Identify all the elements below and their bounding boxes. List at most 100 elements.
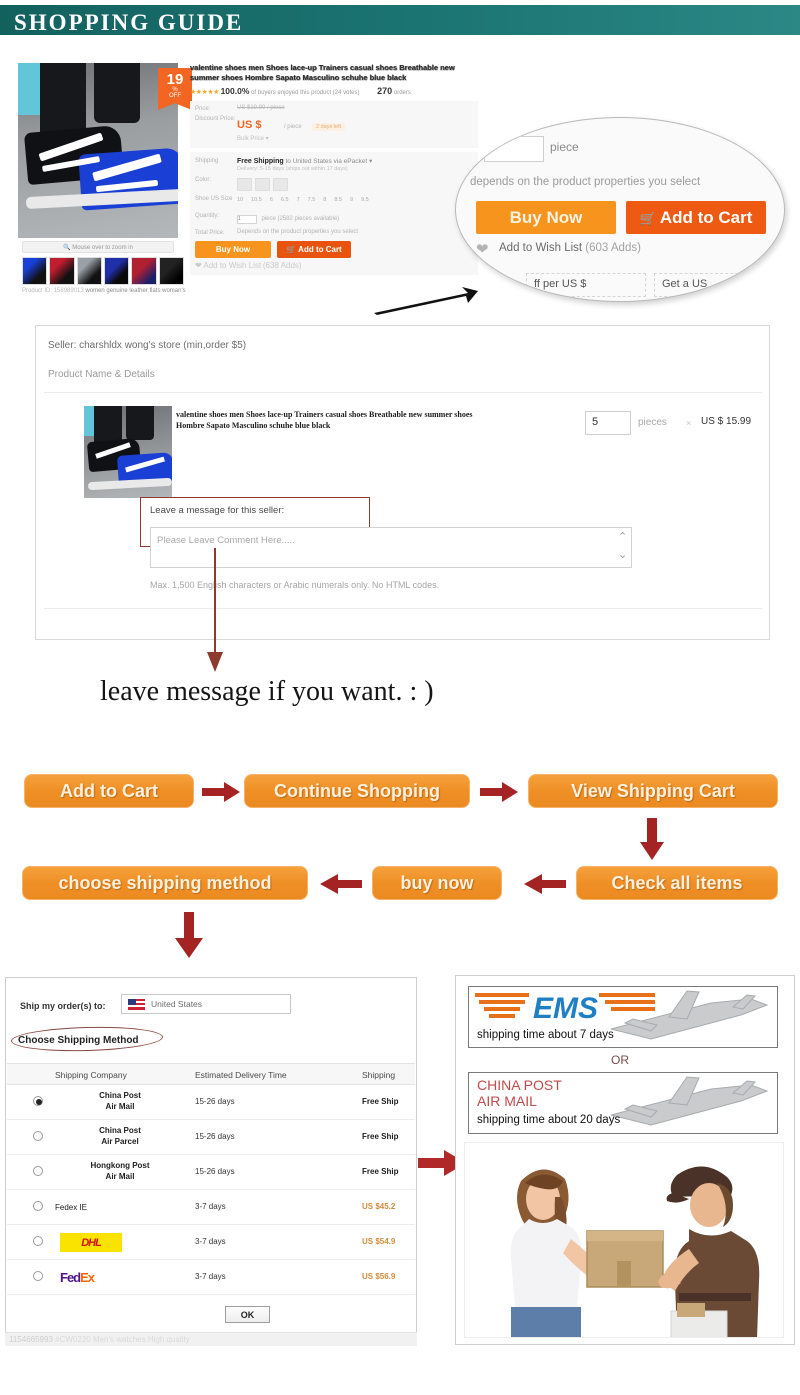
flow-step-continue-shopping[interactable]: Continue Shopping bbox=[244, 774, 470, 808]
shipping-radio[interactable] bbox=[33, 1166, 43, 1176]
shipping-cost: US $54.9 bbox=[362, 1237, 396, 1246]
heart-icon[interactable]: ❤ bbox=[476, 240, 489, 258]
shipping-radio[interactable] bbox=[33, 1271, 43, 1281]
size-option[interactable]: 8.5 bbox=[334, 197, 342, 203]
message-max-note: Max. 1,500 English characters or Arabic … bbox=[150, 580, 440, 590]
flow-step-add-to-cart[interactable]: Add to Cart bbox=[24, 774, 194, 808]
table-row[interactable]: China Post Air Mail 15-26 days Free Ship bbox=[7, 1085, 415, 1120]
size-options[interactable]: 10 10.5 6 6.5 7 7.5 8 8.5 9 9.5 bbox=[237, 197, 369, 203]
price-row-original: Price: US $19.99 / piece bbox=[195, 105, 473, 113]
color-label: Color: bbox=[195, 177, 212, 183]
thumbnail[interactable] bbox=[158, 257, 184, 285]
thumbnail[interactable] bbox=[49, 257, 75, 285]
size-option[interactable]: 6.5 bbox=[281, 197, 289, 203]
color-swatches[interactable] bbox=[237, 178, 288, 191]
size-option[interactable]: 9 bbox=[350, 197, 353, 203]
shipping-radio[interactable] bbox=[33, 1236, 43, 1246]
size-option[interactable]: 9.5 bbox=[361, 197, 369, 203]
color-swatch[interactable] bbox=[255, 178, 270, 191]
shipping-radio[interactable] bbox=[33, 1201, 43, 1211]
product-id-line: Product ID: 158989013 women genuine leat… bbox=[22, 288, 202, 294]
dhl-logo-icon: DHL bbox=[60, 1233, 122, 1252]
table-row[interactable]: Fed Ex 3-7 days US $56.9 bbox=[7, 1260, 415, 1295]
wishlist-label: Add to Wish List bbox=[203, 261, 262, 270]
product-info-column: valentine shoes men Shoes lace-up Traine… bbox=[190, 63, 478, 275]
thumbnail-strip[interactable] bbox=[22, 257, 184, 285]
pointer-arrow-to-caption bbox=[207, 548, 223, 672]
table-row[interactable]: DHL 3-7 days US $54.9 bbox=[7, 1225, 415, 1260]
color-swatch[interactable] bbox=[237, 178, 252, 191]
thumbnail[interactable] bbox=[103, 257, 130, 285]
size-option[interactable]: 10 bbox=[237, 197, 243, 203]
ok-button[interactable]: OK bbox=[225, 1306, 270, 1323]
shipping-method-panel: Ship my order(s) to: United States Choos… bbox=[5, 977, 417, 1345]
shipping-radio[interactable] bbox=[33, 1131, 43, 1141]
flow-step-check-all-items[interactable]: Check all items bbox=[576, 866, 778, 900]
table-row[interactable]: China Post Air Parcel 15-26 days Free Sh… bbox=[7, 1120, 415, 1155]
divider bbox=[44, 392, 762, 393]
price-row-bulk[interactable]: Bulk Price ▾ bbox=[195, 135, 473, 142]
thumbnail[interactable] bbox=[76, 257, 102, 285]
wishlist-count: (638 Adds) bbox=[262, 261, 302, 270]
add-to-cart-button[interactable]: 🛒 Add to Cart bbox=[277, 241, 351, 258]
flow-step-choose-shipping-method[interactable]: choose shipping method bbox=[22, 866, 308, 900]
total-price-row: Total Price: Depends on the product prop… bbox=[195, 229, 473, 237]
ems-shipping-box: EMS shipping time about 7 days bbox=[468, 986, 778, 1048]
rating-text: of buyers enjoyed this product (24 votes… bbox=[251, 90, 360, 96]
product-main-image[interactable] bbox=[18, 63, 178, 238]
quantity-availability-note: piece (2582 pieces available) bbox=[261, 216, 340, 222]
shipping-delivery-note: Delivery: 5-15 days (ships out within 17… bbox=[237, 166, 348, 172]
multiply-sign: × bbox=[686, 418, 692, 428]
thumbnail[interactable] bbox=[22, 257, 48, 285]
buy-now-button[interactable]: Buy Now bbox=[195, 241, 271, 258]
table-row[interactable]: Hongkong Post Air Mail 15-26 days Free S… bbox=[7, 1155, 415, 1190]
magnified-coupon-text-left: ff per US $ bbox=[534, 278, 587, 290]
delivery-time: 3-7 days bbox=[195, 1272, 226, 1281]
add-to-wishlist-link[interactable]: ❤ Add to Wish List (638 Adds) bbox=[195, 261, 473, 270]
bulk-price-link[interactable]: Bulk Price ▾ bbox=[237, 135, 269, 142]
thumbnail[interactable] bbox=[131, 257, 157, 285]
magnified-wishlist-link[interactable]: Add to Wish List (603 Adds) bbox=[499, 242, 641, 254]
scroll-up-icon[interactable]: ⌃ bbox=[618, 530, 627, 543]
flow-step-view-shipping-cart[interactable]: View Shipping Cart bbox=[528, 774, 778, 808]
zoom-hint[interactable]: 🔍 Mouse over to zoom in bbox=[22, 241, 174, 253]
size-option[interactable]: 8 bbox=[323, 197, 326, 203]
product-title: valentine shoes men Shoes lace-up Traine… bbox=[190, 63, 455, 82]
size-row: Shoe US Size 10 10.5 6 6.5 7 7.5 8 8.5 9… bbox=[195, 195, 473, 203]
price-row-discount: Discount Price: US $ / piece 2 days left bbox=[195, 115, 473, 133]
flow-arrow-down-to-table bbox=[175, 912, 203, 958]
magnified-wishlist-label: Add to Wish List bbox=[499, 242, 583, 254]
magnified-depends-text: depends on the product properties you se… bbox=[470, 176, 701, 188]
size-option[interactable]: 10.5 bbox=[251, 197, 262, 203]
magnified-buy-now-button[interactable]: Buy Now bbox=[476, 201, 616, 234]
china-post-shipping-box: CHINA POST AIR MAIL shipping time about … bbox=[468, 1072, 778, 1134]
table-row[interactable]: Fedex IE 3-7 days US $45.2 bbox=[7, 1190, 415, 1225]
chevron-down-icon[interactable]: ▾ bbox=[369, 158, 372, 165]
total-price-value: Depends on the product properties you se… bbox=[237, 229, 359, 235]
color-swatch[interactable] bbox=[273, 178, 288, 191]
flow-step-buy-now[interactable]: buy now bbox=[372, 866, 502, 900]
shipping-radio[interactable] bbox=[33, 1096, 43, 1106]
size-option[interactable]: 7 bbox=[297, 197, 300, 203]
shipping-cost: Free Ship bbox=[362, 1132, 399, 1141]
product-options-block: Shipping Free Shipping to United States … bbox=[190, 152, 478, 275]
ship-to-country-select[interactable] bbox=[121, 994, 291, 1014]
size-option[interactable]: 7.5 bbox=[308, 197, 316, 203]
cart-unit-price: US $ 15.99 bbox=[701, 416, 752, 427]
magnified-quantity-box[interactable] bbox=[484, 136, 544, 162]
shipping-company: Hongkong Post Air Mail bbox=[55, 1160, 185, 1182]
shipping-cost: Free Ship bbox=[362, 1167, 399, 1176]
product-name-details-header: Product Name & Details bbox=[48, 369, 155, 380]
size-option[interactable]: 6 bbox=[270, 197, 273, 203]
cart-quantity-input[interactable]: 5 bbox=[585, 411, 631, 435]
column-header-delivery-time: Estimated Delivery Time bbox=[195, 1070, 287, 1080]
scroll-down-icon[interactable]: ⌄ bbox=[618, 548, 627, 561]
quantity-stepper[interactable]: 1 bbox=[237, 215, 257, 224]
delivery-time: 15-26 days bbox=[195, 1167, 235, 1176]
shipping-cost: US $45.2 bbox=[362, 1202, 396, 1211]
column-header-company: Shipping Company bbox=[55, 1070, 127, 1080]
ship-to-label: Ship my order(s) to: bbox=[20, 1001, 106, 1011]
quantity-row: Quantity: 1 piece (2582 pieces available… bbox=[195, 207, 473, 225]
cart-icon: 🛒 bbox=[639, 211, 656, 226]
magnified-add-to-cart-button[interactable]: 🛒 Add to Cart bbox=[626, 201, 766, 234]
